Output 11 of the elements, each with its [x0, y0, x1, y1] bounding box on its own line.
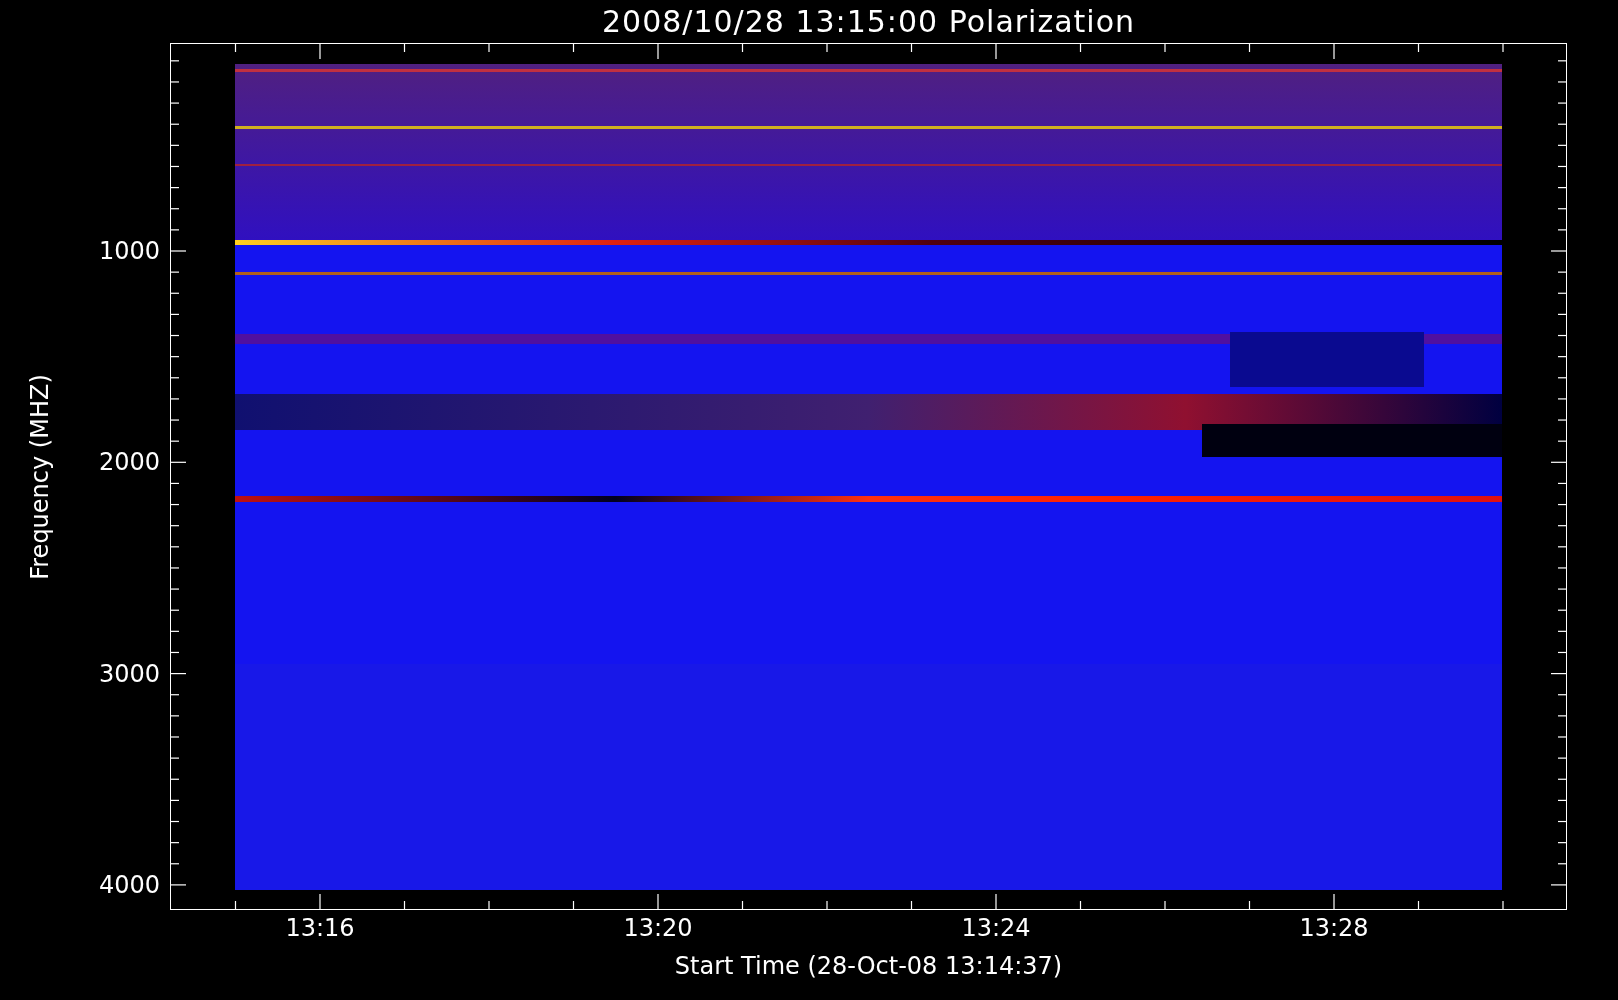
y-tick-label: 4000 [98, 870, 160, 899]
chart-title: 2008/10/28 13:15:00 Polarization [601, 4, 1136, 39]
x-tick-label: 13:20 [623, 914, 693, 942]
y-tick-label: 2000 [98, 448, 160, 477]
x-tick-label: 13:16 [285, 914, 355, 942]
x-tick-label: 13:28 [1299, 914, 1369, 942]
y-tick-label: 3000 [98, 659, 160, 688]
x-axis-label: Start Time (28-Oct-08 13:14:37) [674, 952, 1063, 980]
y-axis-label: Frequency (MHZ) [26, 373, 54, 580]
x-tick-label: 13:24 [961, 914, 1031, 942]
y-tick-label: 1000 [98, 237, 160, 265]
